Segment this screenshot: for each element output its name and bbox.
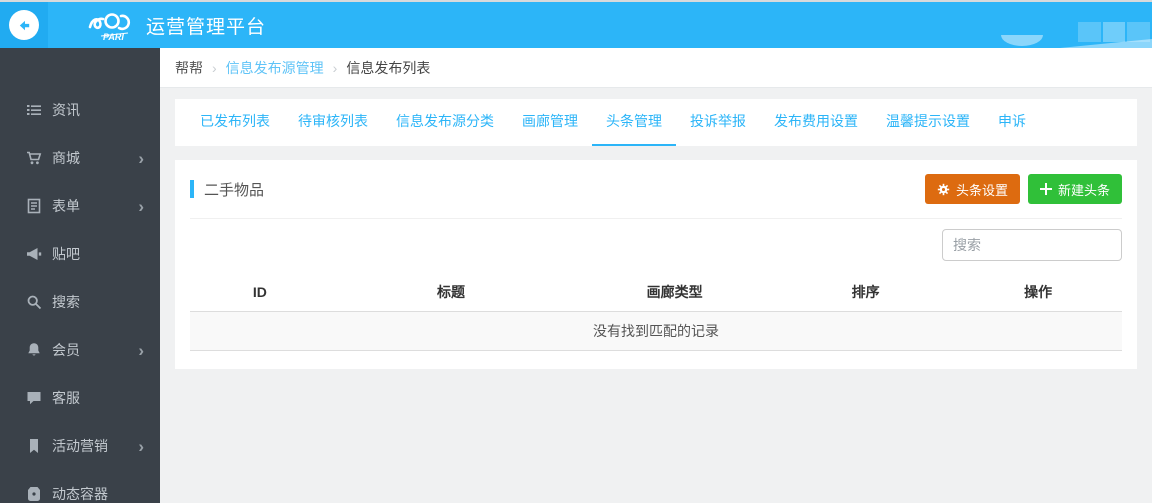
tab-published-list[interactable]: 已发布列表	[186, 99, 284, 146]
empty-state-message: 没有找到匹配的记录	[190, 311, 1122, 351]
app-title: 运营管理平台	[146, 16, 267, 38]
back-button[interactable]	[0, 2, 48, 48]
panel-title-text: 二手物品	[204, 181, 265, 199]
empty-state-row: 没有找到匹配的记录	[190, 311, 1122, 351]
sidebar-item-support[interactable]: 客服	[0, 374, 160, 422]
breadcrumb: 帮帮 › 信息发布源管理 › 信息发布列表	[160, 48, 1152, 88]
chevron-right-icon: ›	[138, 436, 144, 456]
column-header-gallery-type: 画廊类型	[572, 273, 778, 312]
sidebar-item-label: 动态容器	[52, 486, 108, 502]
logo-icon: PARI	[88, 13, 130, 42]
panel-title: 二手物品	[190, 179, 264, 200]
new-headline-label: 新建头条	[1057, 182, 1110, 198]
plus-icon	[1039, 183, 1052, 195]
app-logo: PARI 运营管理平台	[88, 8, 266, 42]
breadcrumb-link-parent[interactable]: 信息发布源管理	[226, 58, 324, 78]
tab-headline-management[interactable]: 头条管理	[592, 99, 676, 146]
header-decoration-arc	[1001, 35, 1043, 46]
sidebar-item-label: 资讯	[52, 102, 80, 118]
chat-icon	[26, 390, 42, 406]
breadcrumb-separator-icon: ›	[212, 59, 217, 76]
container-icon	[26, 486, 42, 502]
sidebar-item-search[interactable]: 搜索	[0, 278, 160, 326]
tab-gallery-management[interactable]: 画廊管理	[508, 99, 592, 146]
sidebar-item-forms[interactable]: 表单 ›	[0, 182, 160, 230]
tab-pending-review-list[interactable]: 待审核列表	[284, 99, 382, 146]
new-headline-button[interactable]: 新建头条	[1027, 174, 1122, 204]
title-accent-bar	[190, 180, 194, 198]
gear-icon	[937, 183, 950, 195]
sidebar-item-members[interactable]: 会员 ›	[0, 326, 160, 374]
sidebar-item-label: 贴吧	[52, 246, 80, 262]
chevron-right-icon: ›	[138, 196, 144, 216]
headline-table: ID 标题 画廊类型 排序 操作 没有找到匹配的记录	[190, 273, 1122, 351]
tab-tips-settings[interactable]: 温馨提示设置	[872, 99, 984, 146]
sidebar-item-dynamic-container[interactable]: 动态容器	[0, 470, 160, 503]
sidebar-item-mall[interactable]: 商城 ›	[0, 134, 160, 182]
chevron-right-icon: ›	[138, 340, 144, 360]
header-decoration-tiles	[1078, 22, 1151, 42]
panel-header: 二手物品 头条设置 新建头条	[175, 160, 1137, 218]
chevron-right-icon: ›	[138, 148, 144, 168]
sidebar-item-tieba[interactable]: 贴吧	[0, 230, 160, 278]
panel-actions: 头条设置 新建头条	[924, 174, 1122, 204]
sidebar-item-label: 表单	[52, 198, 80, 214]
search-input[interactable]	[942, 229, 1122, 261]
tab-source-categories[interactable]: 信息发布源分类	[382, 99, 508, 146]
sidebar-item-label: 客服	[52, 390, 80, 406]
sidebar-item-label: 搜索	[52, 294, 80, 310]
tab-bar: 已发布列表 待审核列表 信息发布源分类 画廊管理 头条管理 投诉举报 发布费用设…	[175, 99, 1137, 146]
bell-icon	[26, 342, 42, 358]
headline-panel: 二手物品 头条设置 新建头条 搜索 ID 标题 画廊类型 排序 操作 没有找到匹…	[175, 160, 1137, 369]
column-header-id: ID	[190, 273, 330, 312]
main-area: 帮帮 › 信息发布源管理 › 信息发布列表 已发布列表 待审核列表 信息发布源分…	[160, 48, 1152, 501]
list-icon	[26, 102, 42, 118]
app-header: PARI 运营管理平台	[0, 0, 1152, 48]
breadcrumb-separator-icon: ›	[332, 59, 338, 76]
sidebar-item-label: 会员	[52, 342, 80, 358]
bookmark-icon	[26, 438, 42, 454]
column-header-sort: 排序	[777, 273, 955, 312]
search-icon	[26, 294, 42, 310]
form-icon	[26, 198, 42, 214]
sidebar-item-label: 活动营销	[52, 438, 108, 454]
megaphone-icon	[26, 246, 42, 262]
tab-complaints[interactable]: 投诉举报	[676, 99, 760, 146]
tab-publish-fee-settings[interactable]: 发布费用设置	[760, 99, 872, 146]
content-area: 已发布列表 待审核列表 信息发布源分类 画廊管理 头条管理 投诉举报 发布费用设…	[160, 88, 1152, 369]
headline-settings-button[interactable]: 头条设置	[924, 174, 1020, 204]
table-toolbar	[175, 219, 1137, 273]
back-button-circle	[9, 10, 39, 40]
headline-settings-label: 头条设置	[955, 182, 1008, 198]
tab-appeal[interactable]: 申诉	[984, 99, 1040, 146]
sidebar-item-label: 商城	[52, 150, 80, 166]
column-header-actions: 操作	[954, 273, 1122, 312]
sidebar: 资讯 商城 › 表单 › 贴吧 搜索 会员 › 客服 活动营销 › 动态容器	[0, 48, 160, 503]
table-header-row: ID 标题 画廊类型 排序 操作	[190, 273, 1122, 312]
sidebar-item-news[interactable]: 资讯	[0, 86, 160, 134]
column-header-title: 标题	[329, 273, 573, 312]
back-arrow-icon	[19, 20, 29, 30]
cart-icon	[26, 150, 42, 166]
breadcrumb-current: 信息发布列表	[346, 59, 431, 76]
sidebar-item-marketing[interactable]: 活动营销 ›	[0, 422, 160, 470]
breadcrumb-root: 帮帮	[175, 59, 203, 76]
